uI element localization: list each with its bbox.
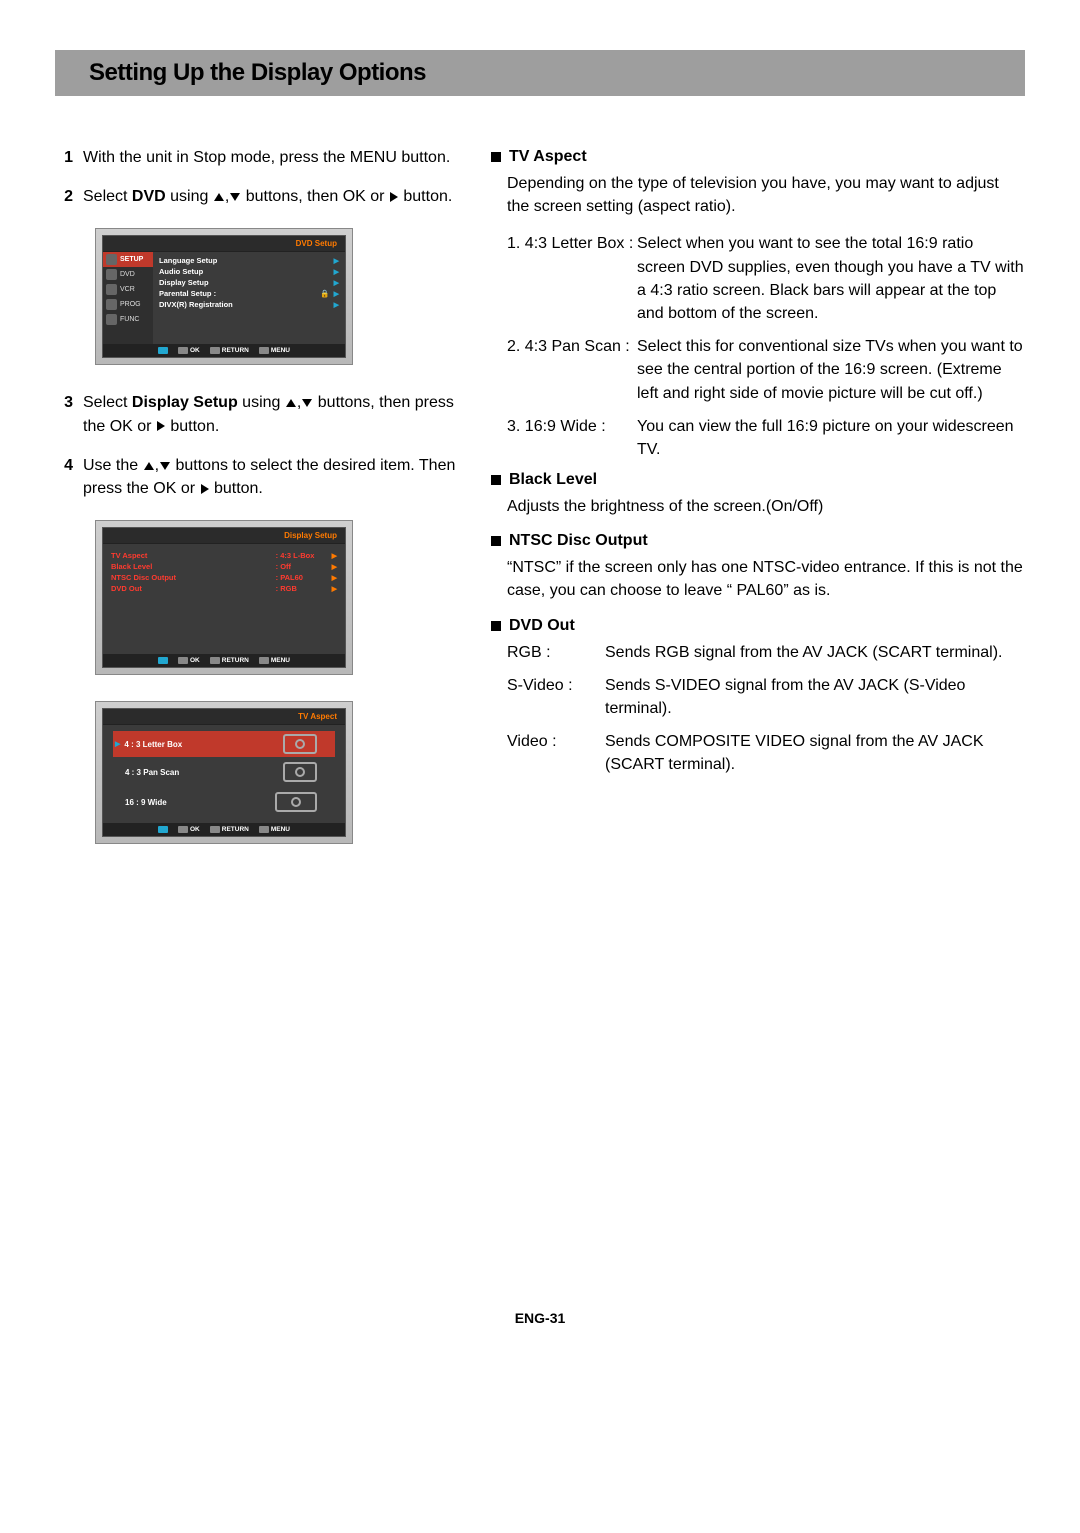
ntsc-desc: “NTSC” if the screen only has one NTSC-v… — [491, 556, 1025, 602]
tv-aspect-intro: Depending on the type of television you … — [491, 172, 1025, 218]
right-column: TV Aspect Depending on the type of telev… — [491, 146, 1025, 870]
up-icon — [214, 193, 224, 201]
aspect-panscan: 4 : 3 Pan Scan — [113, 757, 335, 787]
step-4: Use the , buttons to select the desired … — [83, 454, 465, 500]
aspect-wide: 16 : 9 Wide — [113, 787, 335, 817]
manual-page: Setting Up the Display Options 1 With th… — [0, 0, 1080, 1366]
page-header: Setting Up the Display Options — [55, 50, 1025, 96]
osd-dvd-setup: DVD Setup SETUP DVD VCR PROG FUNC Langua… — [95, 228, 353, 365]
ntsc-heading: NTSC Disc Output — [509, 532, 648, 550]
down-icon — [230, 193, 240, 201]
osd-side-vcr: VCR — [103, 282, 153, 297]
osd-side-prog: PROG — [103, 297, 153, 312]
osd-tv-aspect: TV Aspect ▶4 : 3 Letter Box 4 : 3 Pan Sc… — [95, 701, 353, 844]
page-title: Setting Up the Display Options — [89, 59, 426, 87]
black-level-heading: Black Level — [509, 471, 597, 489]
left-column: 1 With the unit in Stop mode, press the … — [55, 146, 465, 870]
osd-side-func: FUNC — [103, 312, 153, 327]
page-number: ENG-31 — [55, 1310, 1025, 1326]
osd-side-dvd: DVD — [103, 267, 153, 282]
right-icon — [390, 192, 398, 202]
tv-aspect-heading: TV Aspect — [509, 148, 587, 166]
step-3: Select Display Setup using , buttons, th… — [83, 391, 465, 437]
dvd-out-heading: DVD Out — [509, 617, 575, 635]
black-level-desc: Adjusts the brightness of the screen.(On… — [491, 495, 1025, 518]
step-2: Select DVD using , buttons, then OK or b… — [83, 185, 465, 208]
osd-side-setup: SETUP — [103, 252, 153, 267]
step-1: With the unit in Stop mode, press the ME… — [83, 146, 465, 169]
aspect-letterbox: ▶4 : 3 Letter Box — [113, 731, 335, 757]
osd-display-setup: Display Setup TV Aspect: 4:3 L-Box▶ Blac… — [95, 520, 353, 675]
